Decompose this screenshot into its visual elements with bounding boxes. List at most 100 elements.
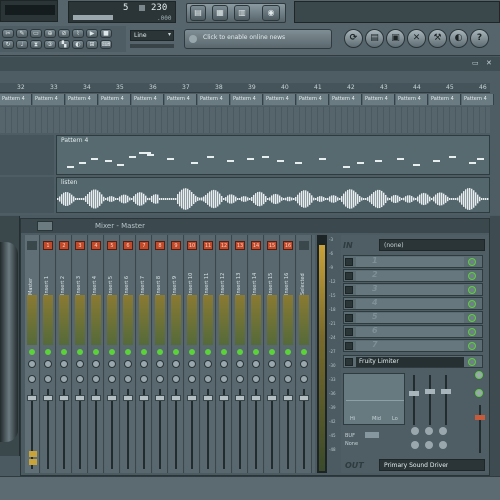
plugin-picker-button[interactable]: ◐ xyxy=(449,29,468,48)
mixer-insert-strip[interactable]: Selected xyxy=(297,235,312,473)
channel-number[interactable]: 3 xyxy=(75,241,85,250)
stop-icon[interactable]: ■ xyxy=(100,29,112,38)
pan-knob[interactable] xyxy=(172,360,180,368)
volume-fader[interactable] xyxy=(187,389,197,469)
pan-knob[interactable] xyxy=(28,360,36,368)
right-scrollbar[interactable] xyxy=(490,216,500,476)
pan-knob[interactable] xyxy=(284,360,292,368)
volume-fader[interactable] xyxy=(27,389,37,469)
mixer-window-button[interactable]: ✕ xyxy=(407,29,426,48)
pan-knob[interactable] xyxy=(124,360,132,368)
volume-fader[interactable] xyxy=(43,389,53,469)
pan-knob[interactable] xyxy=(140,360,148,368)
pattern-clip-small[interactable]: Pattern 4 xyxy=(198,94,230,105)
effect-slot[interactable]: 5 xyxy=(343,311,483,324)
volume-fader[interactable] xyxy=(219,389,229,469)
pattern-mode-button[interactable]: ▤ xyxy=(190,5,206,21)
pattern-clip-small[interactable]: Pattern 4 xyxy=(396,94,428,105)
volume-fader[interactable] xyxy=(203,389,213,469)
stereo-knob[interactable] xyxy=(108,375,116,383)
playback-icon[interactable]: ▶ xyxy=(86,29,98,38)
volume-fader[interactable] xyxy=(123,389,133,469)
pattern-clip-small[interactable]: Pattern 4 xyxy=(330,94,362,105)
eq-slider-track-2[interactable] xyxy=(425,375,435,425)
mixer-insert-strip[interactable]: Master xyxy=(25,235,40,473)
volume-fader[interactable] xyxy=(235,389,245,469)
browser-window-button[interactable]: ⚒ xyxy=(428,29,447,48)
mixer-insert-strip[interactable]: 12 Insert 12 xyxy=(217,235,232,473)
mixer-insert-strip[interactable]: 15 Insert 15 xyxy=(265,235,280,473)
fader-handle[interactable] xyxy=(43,395,53,401)
blend-icon[interactable]: ◐ xyxy=(72,40,84,49)
channel-number[interactable]: 6 xyxy=(123,241,133,250)
route-button[interactable] xyxy=(29,451,37,457)
mixer-insert-strip[interactable]: 14 Insert 14 xyxy=(249,235,264,473)
fader-handle[interactable] xyxy=(155,395,165,401)
pattern-clip-small[interactable]: Pattern 4 xyxy=(429,94,461,105)
minimize-icon[interactable]: ▭ xyxy=(472,59,479,67)
slot-enable-button[interactable] xyxy=(345,300,353,308)
volume-fader[interactable] xyxy=(155,389,165,469)
pan-knob[interactable] xyxy=(220,360,228,368)
pan-knob[interactable] xyxy=(188,360,196,368)
buffer-value[interactable]: None xyxy=(345,441,358,447)
song-mode-button[interactable]: ▦ xyxy=(212,5,228,21)
metronome-icon[interactable]: ♩ xyxy=(16,40,28,49)
slot-enable-button[interactable] xyxy=(345,272,353,280)
effect-slot[interactable]: 1 xyxy=(343,255,483,268)
slot-enable-button[interactable] xyxy=(345,286,353,294)
volume-fader[interactable] xyxy=(139,389,149,469)
mixer-insert-strip[interactable]: 7 Insert 7 xyxy=(137,235,152,473)
help-button[interactable]: ? xyxy=(470,29,489,48)
slot-mix-knob[interactable] xyxy=(468,286,476,294)
pattern-clip-small[interactable]: Pattern 4 xyxy=(132,94,164,105)
eq-knob[interactable] xyxy=(411,427,419,435)
pattern-clip-small[interactable]: Pattern 4 xyxy=(165,94,197,105)
stereo-knob[interactable] xyxy=(60,375,68,383)
fader-handle[interactable] xyxy=(251,395,261,401)
channel-number[interactable]: 4 xyxy=(91,241,101,250)
stereo-knob[interactable] xyxy=(188,375,196,383)
fader-handle[interactable] xyxy=(107,395,117,401)
mixer-insert-strip[interactable]: 11 Insert 11 xyxy=(201,235,216,473)
channel-number[interactable]: 5 xyxy=(107,241,117,250)
channel-number[interactable]: 2 xyxy=(59,241,69,250)
stereo-knob[interactable] xyxy=(268,375,276,383)
send-knob-top[interactable] xyxy=(475,371,483,379)
mixer-insert-strip[interactable]: 4 Insert 4 xyxy=(89,235,104,473)
eq-slider-track-1[interactable] xyxy=(409,375,419,425)
tempo-value[interactable]: 230 xyxy=(151,3,167,13)
stereo-knob[interactable] xyxy=(220,375,228,383)
fader-handle[interactable] xyxy=(91,395,101,401)
fader-handle[interactable] xyxy=(139,395,149,401)
fader-handle[interactable] xyxy=(59,395,69,401)
pattern-up-arrow[interactable] xyxy=(139,5,145,11)
stereo-knob[interactable] xyxy=(252,375,260,383)
pan-knob[interactable] xyxy=(108,360,116,368)
fader-handle[interactable] xyxy=(27,395,37,401)
mixer-insert-strip[interactable]: 10 Insert 10 xyxy=(185,235,200,473)
stereo-knob[interactable] xyxy=(28,375,36,383)
pattern-lane[interactable]: Pattern 4 Pattern 4 Pattern 4 Pattern 4 Patt… xyxy=(0,94,494,106)
volume-fader[interactable] xyxy=(251,389,261,469)
select-icon[interactable]: ▭ xyxy=(30,29,42,38)
volume-fader[interactable] xyxy=(283,389,293,469)
channel-number[interactable]: 1 xyxy=(43,241,53,250)
slot-mix-knob[interactable] xyxy=(468,272,476,280)
pan-knob[interactable] xyxy=(252,360,260,368)
channel-number[interactable]: 9 xyxy=(171,241,181,250)
pan-knob[interactable] xyxy=(300,360,308,368)
slot-mix-knob[interactable] xyxy=(468,258,476,266)
stereo-knob[interactable] xyxy=(300,375,308,383)
stereo-knob[interactable] xyxy=(236,375,244,383)
mixer-insert-strip[interactable]: 6 Insert 6 xyxy=(121,235,136,473)
effect-slot[interactable]: 2 xyxy=(343,269,483,282)
fader-handle[interactable] xyxy=(203,395,213,401)
eq-slider-track-3[interactable] xyxy=(441,375,451,425)
fader-handle[interactable] xyxy=(235,395,245,401)
mute-icon[interactable]: ⊘ xyxy=(58,29,70,38)
buffer-badge[interactable] xyxy=(365,432,379,438)
effect-slot[interactable]: 3 xyxy=(343,283,483,296)
piano-roll-window-button[interactable]: ▣ xyxy=(386,29,405,48)
step-edit-icon[interactable]: ▚ xyxy=(58,40,70,49)
